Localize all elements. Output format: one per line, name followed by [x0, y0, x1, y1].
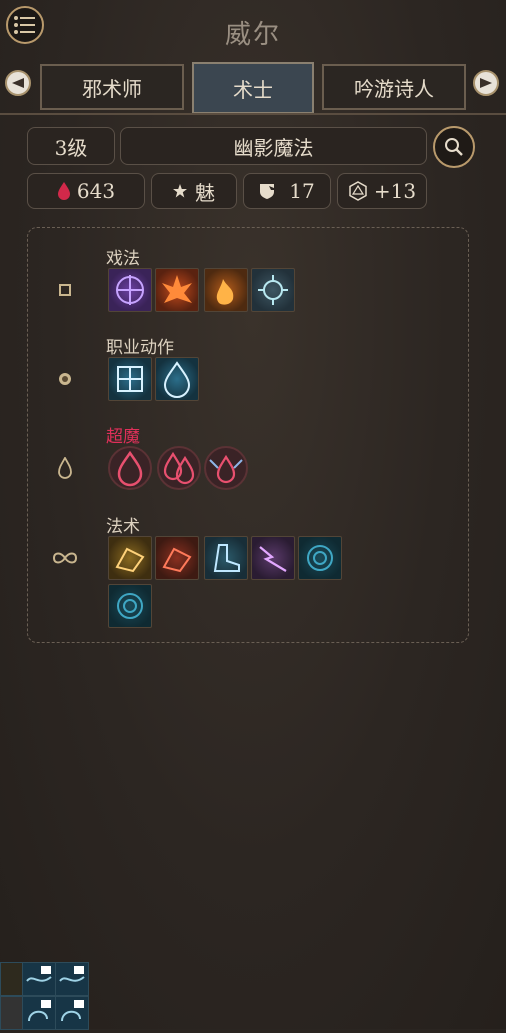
hotbar-slot-6[interactable] — [55, 996, 89, 1030]
hand-spell-icon — [115, 547, 145, 573]
search-icon — [445, 138, 463, 156]
spell-slot-2[interactable] — [155, 536, 199, 580]
sorcery-point-icon — [52, 455, 78, 481]
search-button[interactable] — [433, 126, 475, 168]
flame-icon — [216, 279, 234, 305]
prev-class-button[interactable] — [5, 70, 31, 96]
swirl-icon — [61, 1000, 84, 1022]
hp-value: 643 — [76, 179, 116, 203]
category-metamagic-label: 超魔 — [106, 427, 140, 447]
wave-icon — [26, 966, 52, 982]
star-icon — [173, 184, 187, 198]
spell-slot-cantrip-3[interactable] — [204, 268, 248, 312]
ac-value: 17 — [289, 179, 315, 203]
cantrip-square-icon — [52, 277, 78, 303]
sorcery-drop-icon — [163, 361, 191, 398]
tab-sorcerer[interactable]: 术士 — [192, 62, 314, 114]
lightning-icon — [259, 546, 287, 572]
fire-burst-icon — [162, 275, 192, 303]
spell-slot-cantrip-2[interactable] — [155, 268, 199, 312]
twin-drop-icon — [163, 451, 195, 485]
boot-icon — [213, 544, 240, 572]
level-filter[interactable]: 3级 — [27, 127, 115, 165]
snowflake-icon — [117, 366, 143, 392]
attack-bonus-stat: +13 — [337, 173, 427, 209]
winged-drop-icon — [209, 454, 243, 484]
radiant-helm-icon — [258, 275, 288, 305]
hp-stat: 643 — [27, 173, 145, 209]
tab-warlock[interactable]: 邪术师 — [40, 64, 184, 110]
arrow-right-icon — [480, 78, 492, 88]
arrow-left-icon — [12, 78, 24, 88]
tab-bard[interactable]: 吟游诗人 — [322, 64, 466, 110]
bonus-value: +13 — [373, 179, 417, 203]
character-name: 威尔 — [224, 20, 281, 50]
class-tabs: 邪术师 术士 吟游诗人 — [0, 62, 506, 114]
metamagic-slot-3[interactable] — [204, 446, 248, 490]
wave-icon — [59, 966, 85, 982]
action-slot-2[interactable] — [155, 357, 199, 401]
tab-divider — [0, 113, 506, 115]
spell-list — [27, 227, 469, 643]
spell-slot-cantrip-4[interactable] — [251, 268, 295, 312]
next-class-button[interactable] — [473, 70, 499, 96]
metamagic-slot-1[interactable] — [108, 446, 152, 490]
save-dc-stat: 17 — [243, 173, 331, 209]
infinity-icon — [50, 545, 80, 571]
d20-icon — [349, 181, 367, 201]
hotbar-slot-2[interactable] — [22, 962, 56, 996]
spell-slot-3[interactable] — [204, 536, 248, 580]
spellbook-panel: 威尔 邪术师 术士 吟游诗人 3级 幽影魔法 643 魅 17 +13 戏法 职… — [0, 0, 506, 1030]
spell-slot-6[interactable] — [108, 584, 152, 628]
blood-drop-icon — [57, 182, 70, 200]
spiral-icon — [117, 593, 143, 619]
spell-slot-5[interactable] — [298, 536, 342, 580]
swirl-icon — [28, 1000, 51, 1022]
arcane-sigil-icon — [116, 275, 144, 305]
spellcasting-ability-stat: 魅 — [151, 173, 237, 209]
shield-icon — [260, 184, 280, 199]
class-action-circle-icon — [52, 366, 78, 392]
hotbar-slot-5[interactable] — [22, 996, 56, 1030]
category-spells-label: 法术 — [106, 517, 140, 537]
category-class-actions-label: 职业动作 — [106, 338, 174, 358]
header: 威尔 — [0, 0, 506, 60]
drop-icon — [117, 450, 143, 487]
fire-hand-icon — [162, 547, 192, 573]
action-slot-1[interactable] — [108, 357, 152, 401]
spell-slot-4[interactable] — [251, 536, 295, 580]
subclass-filter[interactable]: 幽影魔法 — [120, 127, 427, 165]
metamagic-slot-2[interactable] — [157, 446, 201, 490]
spell-slot-cantrip-1[interactable] — [108, 268, 152, 312]
spell-slot-1[interactable] — [108, 536, 152, 580]
spiral-icon — [307, 545, 333, 571]
ability-value: 魅 — [195, 180, 215, 205]
category-cantrips-label: 戏法 — [106, 249, 140, 269]
hotbar-slot-3[interactable] — [55, 962, 89, 996]
